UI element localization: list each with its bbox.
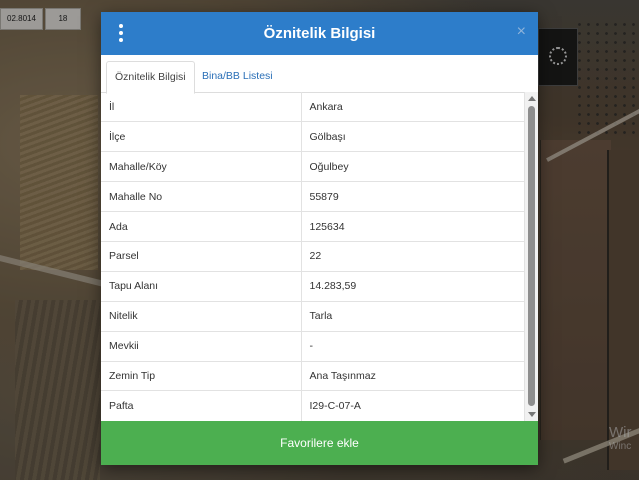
row-value: 14.283,59 [301,270,525,302]
scroll-down-icon[interactable] [528,412,536,417]
row-value: Ankara [301,92,525,122]
attribute-table: İl Ankara İlçe Gölbaşı Mahalle/Köy Oğulbey … [101,92,525,421]
tab-attribute-info[interactable]: Öznitelik Bilgisi [106,61,195,94]
close-icon[interactable]: × [517,23,526,41]
tab-building-list[interactable]: Bina/BB Listesi [194,61,281,92]
row-key: Mahalle/Köy [101,151,302,182]
row-value: Ana Taşınmaz [301,360,525,391]
attribute-table-container[interactable]: İl Ankara İlçe Gölbaşı Mahalle/Köy Oğulbey … [101,92,538,421]
table-row: İl Ankara [101,92,525,122]
scroll-thumb[interactable] [528,106,535,406]
table-row: Pafta I29-C-07-A [101,390,525,421]
scroll-up-icon[interactable] [528,96,536,101]
row-key: İlçe [101,121,302,152]
table-row: İlçe Gölbaşı [101,121,525,152]
table-row: Mahalle No 55879 [101,181,525,212]
table-scrollbar[interactable] [525,92,538,421]
row-value: 125634 [301,211,525,242]
row-key: Mevkii [101,330,302,362]
row-key: Ada [101,211,302,242]
row-key: Pafta [101,390,302,421]
row-value: 22 [301,240,525,272]
attribute-dialog: Öznitelik Bilgisi × Öznitelik Bilgisi Bi… [101,12,538,465]
row-value: Oğulbey [301,151,525,182]
row-key: Nitelik [101,300,302,332]
table-row: Zemin Tip Ana Taşınmaz [101,360,525,391]
table-row: Tapu Alanı 14.283,59 [101,270,525,302]
dialog-header: Öznitelik Bilgisi × [101,12,538,55]
dialog-title: Öznitelik Bilgisi [263,25,376,42]
table-row: Mevkii - [101,330,525,362]
dialog-tabs: Öznitelik Bilgisi Bina/BB Listesi [101,55,538,94]
row-value: 55879 [301,181,525,212]
table-row: Ada 125634 [101,211,525,242]
add-to-favorites-button[interactable]: Favorilere ekle [101,421,538,465]
row-value: Tarla [301,300,525,332]
row-key: İl [101,92,302,122]
row-key: Tapu Alanı [101,270,302,302]
row-key: Zemin Tip [101,360,302,391]
vertical-dots-icon[interactable] [115,24,127,42]
row-key: Mahalle No [101,181,302,212]
row-value: I29-C-07-A [301,390,525,421]
table-row: Mahalle/Köy Oğulbey [101,151,525,182]
row-value: - [301,330,525,362]
row-value: Gölbaşı [301,121,525,152]
table-row: Parsel 22 [101,240,525,272]
table-row: Nitelik Tarla [101,300,525,332]
row-key: Parsel [101,240,302,272]
